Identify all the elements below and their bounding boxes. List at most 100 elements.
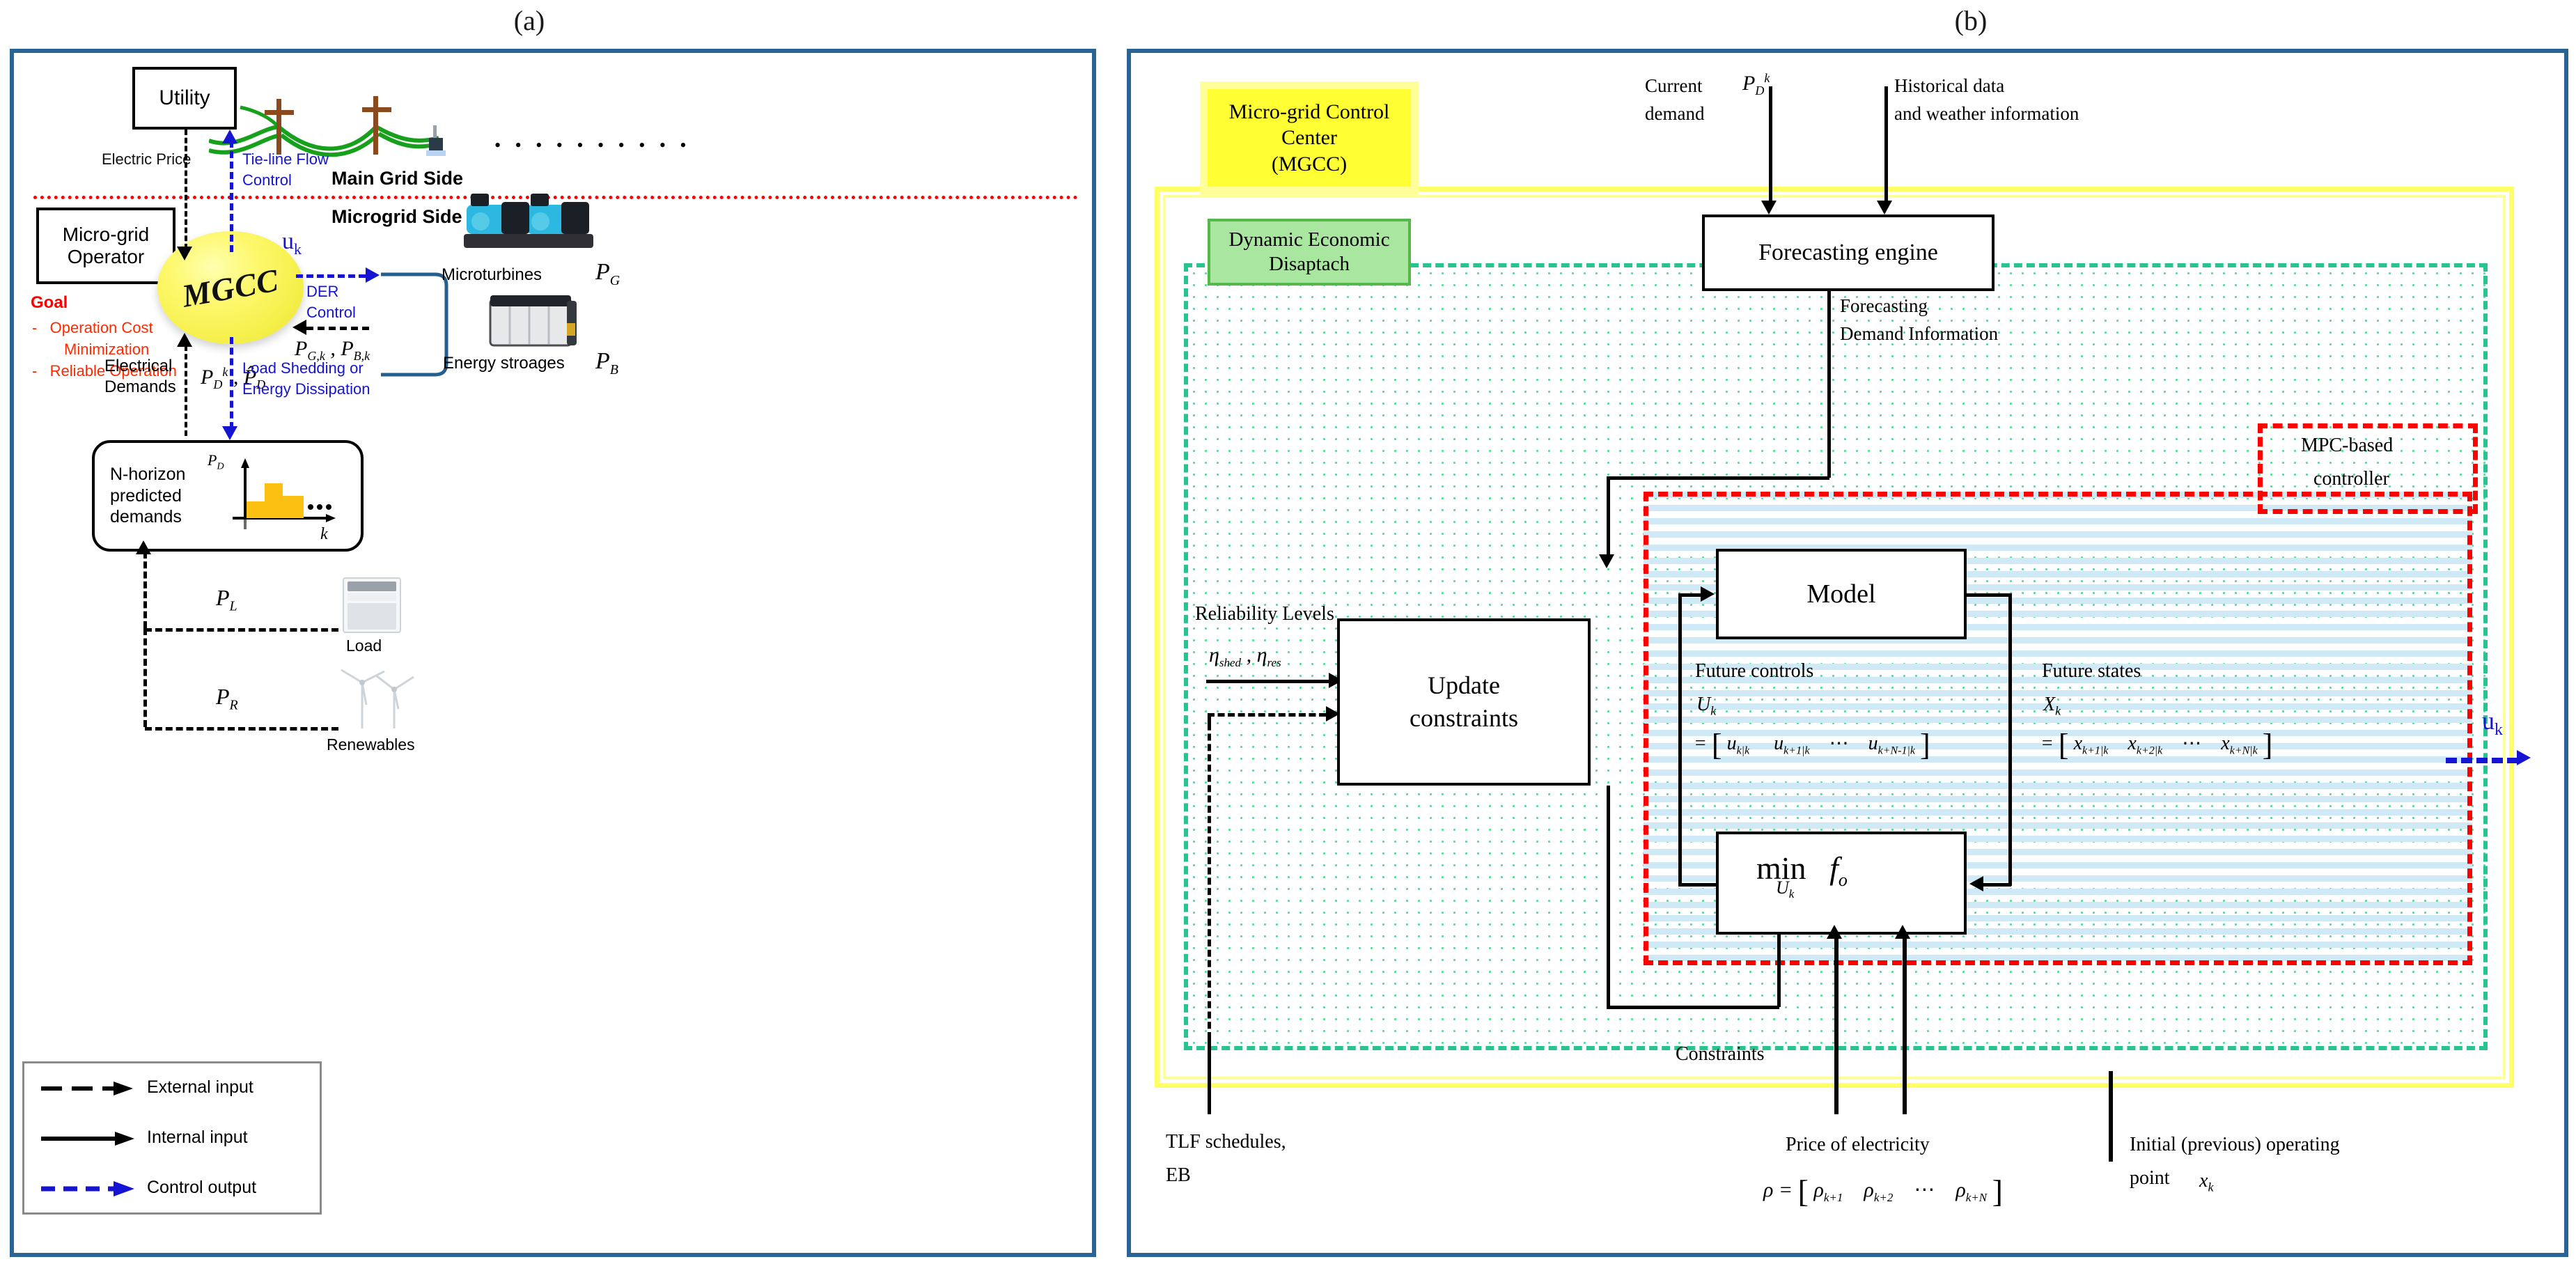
grid-ellipsis: • • • • • • • • • • [494,135,692,155]
ded-title-box[interactable]: Dynamic Economic Disaptach [1208,219,1411,286]
forecasting-engine-box[interactable]: Forecasting engine [1702,214,1995,291]
uk-base-a: u [282,228,294,254]
reliability-arrow-line [1206,680,1329,683]
future-controls-Uk: Uk [1696,694,1717,718]
price-input-arrowhead [1827,925,1842,939]
X-entry-1: xk+2|k [2128,733,2163,757]
X-entry-0: xk+1|k [2073,733,2109,757]
caption-panel-b: (b) [1954,5,1988,36]
uk-out-base: u [2482,707,2495,735]
X-entry-2: ⋯ [2182,733,2202,754]
legend-item-2: Control output [24,1164,324,1215]
mpc-loop-left-vline [1678,593,1682,886]
initial-point-line-lower [2109,1071,2113,1162]
tie-line-flow-label-1: Tie-line Flow [242,150,329,168]
U-entry-2: ⋯ [1829,733,1849,754]
load-shedding-line [230,337,233,429]
nhorizon-label-1: N-horizon [110,465,186,485]
mpc-loop-left-arrowhead [1701,586,1715,602]
min-fo-f: f [1829,850,1839,886]
forecast-output-down [1607,476,1610,559]
forecast-info-label-1: Forecasting [1840,295,1928,316]
initial-point-label-2: point [2130,1167,2170,1189]
future-states-label: Future states [2042,660,2141,682]
initial-point-symbol: xk [2199,1170,2214,1194]
der-control-arrowhead [366,267,380,283]
demands-to-mgcc-line [185,345,187,436]
mgcc-title-line-1: Micro-grid Control [1228,100,1390,123]
mpc-loop-right-vline [2008,593,2012,886]
renewables-label: Renewables [327,735,415,754]
electrical-demands-label-2: Demands [104,377,176,396]
rho-entry-3: ρk+N [1956,1178,1988,1204]
forecast-info-label-2: Demand Information [1840,323,1999,344]
utility-label: Utility [159,86,210,109]
forecast-output-vline [1827,291,1831,478]
uk-label-a: uk [282,228,302,258]
tlf-vline-down [1208,713,1211,1039]
der-control-line [296,274,366,278]
min-fo-label: min Uk fo [1756,850,1848,900]
electrical-demands-label-1: Electrical [104,357,173,375]
current-demand-label-2: demand [1645,103,1705,124]
min-fo-sub: U [1776,877,1789,898]
ded-title-line-1: Dynamic Economic [1228,228,1390,251]
uk-sub-a: k [294,240,302,258]
pb-symbol: PB [595,348,618,377]
uk-output-line [2446,758,2518,763]
mgcc-title-line-3: (MGCC) [1271,152,1348,175]
historical-data-line [1884,86,1888,205]
goal-item-0: - Operation Cost [32,319,153,336]
U-entry-1: uk+1|k [1774,733,1810,757]
uk-output-arrowhead [2517,750,2531,765]
current-demand-arrowhead [1761,201,1777,214]
mpc-label-line-2: controller [2313,468,2389,490]
current-demand-label-1: Current [1645,75,1703,96]
X-entry-3: xk+N|k [2221,733,2258,757]
mpc-loop-left-top [1678,593,1703,597]
microturbines-icon [460,184,599,260]
pl-symbol: PL [216,585,237,614]
U-entry-0: uk|k [1726,733,1750,757]
legend-item-0: External input [24,1063,324,1115]
main-grid-side-label: Main Grid Side [331,168,464,189]
mgcc-label: MGCC [179,261,282,314]
min-fo-box[interactable]: min Uk fo [1716,832,1967,935]
legend-label-1: Internal input [147,1128,248,1147]
future-controls-label: Future controls [1695,660,1814,682]
price-of-electricity-label: Price of electricity [1786,1134,1930,1155]
model-box[interactable]: Model [1716,549,1967,639]
mgcc-title-line-2: Center [1281,126,1337,150]
historical-data-label-1: Historical data [1894,75,2005,96]
constraints-label: Constraints [1676,1043,1765,1065]
mgcc-title-box[interactable]: Micro-grid Control Center (MGCC) [1205,86,1414,189]
initial-point-arrowhead [1895,925,1910,939]
constraints-out-up [1777,929,1781,1007]
rho-entry-2: ⋯ [1914,1178,1935,1201]
utility-to-mgcc-line [185,130,187,249]
microgrid-side-label: Microgrid Side [331,206,462,227]
legend-label-2: Control output [147,1178,257,1197]
microgrid-operator-box[interactable]: Micro-grid Operator [36,208,175,284]
current-demand-line [1769,86,1772,205]
min-fo-sub2: k [1788,887,1795,901]
mpc-label-line-1: MPC-based [2301,435,2394,456]
pg-symbol: PG [595,259,620,288]
update-constraints-label-2: constraints [1410,704,1518,732]
tlf-label-1: TLF schedules, [1166,1131,1286,1153]
pr-symbol: PR [216,684,238,713]
update-constraints-label-1: Update [1428,671,1500,700]
uk-out-sub: k [2495,721,2503,740]
update-constraints-box[interactable]: Update constraints [1337,618,1591,786]
future-controls-matrix: = [ uk|k uk+1|k ⋯ uk+N-1|k ] [1694,728,1930,762]
goal-item-0-text: Operation Cost [49,319,153,336]
tlf-vline-tail [1208,1039,1211,1114]
tie-line-flow-label-2: Control [242,171,292,189]
der-control-label-2: Control [306,304,356,321]
microgrid-operator-label-2: Operator [67,246,145,267]
future-states-Xk: Xk [2043,694,2061,718]
forecast-output-hline [1607,476,1829,480]
der-control-label-1: DER [306,283,339,300]
mpc-loop-right-top [1967,593,2011,597]
U-entry-3: uk+N-1|k [1868,733,1915,757]
